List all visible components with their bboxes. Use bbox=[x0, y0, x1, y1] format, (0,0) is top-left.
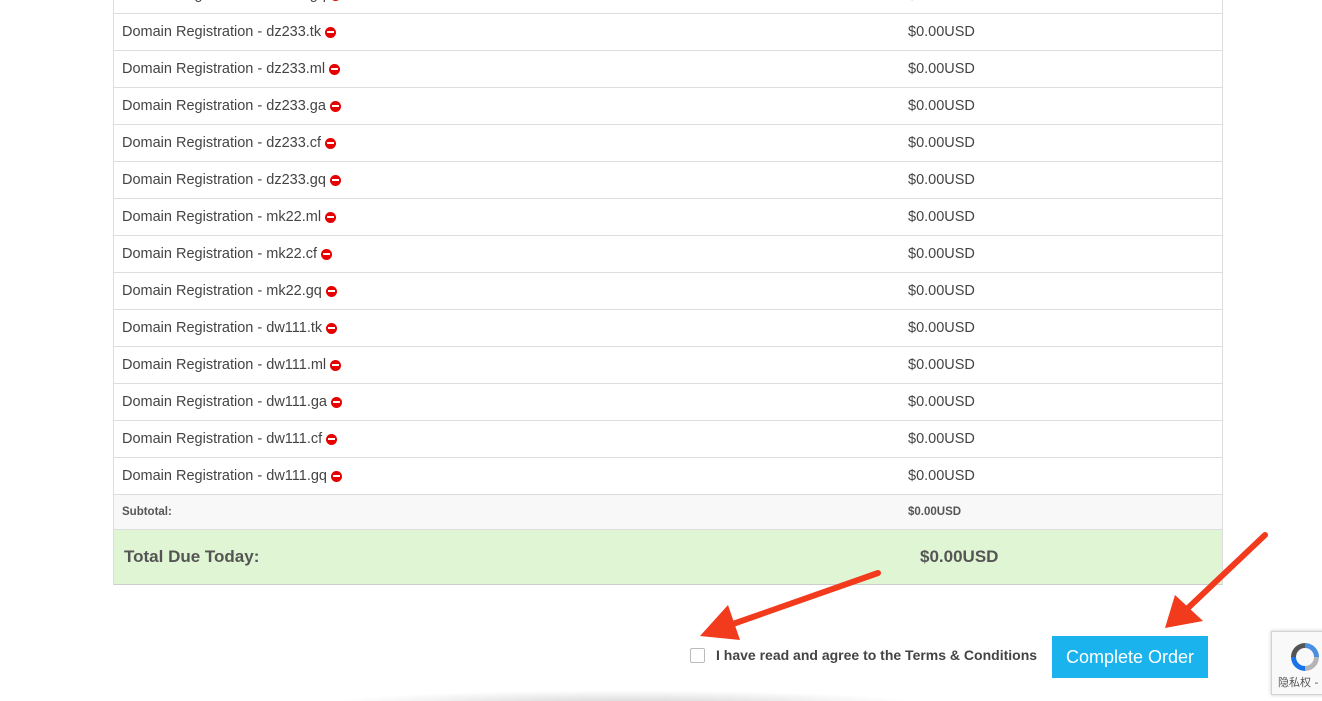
order-item-description: Domain Registration - dw111.ga bbox=[114, 394, 908, 410]
order-item-label: Domain Registration - dw111.ml bbox=[122, 357, 327, 373]
terms-label[interactable]: I have read and agree to the Terms & Con… bbox=[716, 647, 1037, 663]
remove-item-icon[interactable] bbox=[321, 248, 333, 260]
remove-item-icon[interactable] bbox=[330, 396, 342, 408]
order-item-price: $0.00USD bbox=[908, 172, 975, 188]
recaptcha-icon bbox=[1291, 643, 1319, 671]
remove-item-icon[interactable] bbox=[329, 100, 341, 112]
order-item-label: Domain Registration - dz233.gq bbox=[122, 0, 326, 3]
order-item-label: Domain Registration - dw111.ga bbox=[122, 394, 327, 410]
remove-item-icon[interactable] bbox=[329, 63, 341, 75]
order-item-label: Domain Registration - dw111.cf bbox=[122, 431, 323, 447]
order-item-row: Domain Registration - dz233.gq $0.00USD bbox=[114, 0, 1222, 14]
order-item-description: Domain Registration - dz233.gq bbox=[114, 0, 908, 3]
remove-item-icon[interactable] bbox=[325, 285, 337, 297]
order-item-label: Domain Registration - dw111.tk bbox=[122, 320, 323, 336]
order-item-row: Domain Registration - dz233.cf $0.00USD bbox=[114, 125, 1222, 162]
order-item-label: Domain Registration - dz233.tk bbox=[122, 24, 322, 40]
order-item-price: $0.00USD bbox=[908, 394, 975, 410]
order-item-row: Domain Registration - dw111.cf $0.00USD bbox=[114, 421, 1222, 458]
order-item-row: Domain Registration - dw111.ml $0.00USD bbox=[114, 347, 1222, 384]
terms-checkbox[interactable] bbox=[690, 647, 705, 663]
order-items: Domain Registration - dz233.gq$0.00USDDo… bbox=[114, 0, 1222, 495]
order-item-row: Domain Registration - dw111.tk $0.00USD bbox=[114, 310, 1222, 347]
order-item-row: Domain Registration - dz233.tk $0.00USD bbox=[114, 14, 1222, 51]
order-item-price: $0.00USD bbox=[908, 61, 975, 77]
remove-item-icon[interactable] bbox=[326, 433, 338, 445]
order-item-description: Domain Registration - mk22.cf bbox=[114, 246, 908, 262]
order-item-price: $0.00USD bbox=[908, 0, 1222, 3]
order-item-label: Domain Registration - mk22.ml bbox=[122, 209, 322, 225]
recaptcha-links[interactable]: 隐私权 - 使用条款 bbox=[1278, 674, 1322, 690]
order-item-label: Domain Registration - mk22.cf bbox=[122, 246, 318, 262]
order-item-row: Domain Registration - dz233.gq $0.00USD bbox=[114, 162, 1222, 199]
bottom-shadow bbox=[320, 690, 930, 701]
order-item-price: $0.00USD bbox=[908, 283, 975, 299]
complete-order-button[interactable]: Complete Order bbox=[1052, 636, 1208, 678]
order-item-row: Domain Registration - mk22.cf $0.00USD bbox=[114, 236, 1222, 273]
order-item-row: Domain Registration - mk22.ml $0.00USD bbox=[114, 199, 1222, 236]
order-item-price: $0.00USD bbox=[908, 357, 975, 373]
recaptcha-badge[interactable]: 隐私权 - 使用条款 bbox=[1271, 631, 1322, 695]
order-item-price: $0.00USD bbox=[908, 320, 975, 336]
remove-item-icon[interactable] bbox=[325, 211, 337, 223]
order-item-description: Domain Registration - dw111.ml bbox=[114, 357, 908, 373]
order-item-price: $0.00USD bbox=[908, 209, 975, 225]
order-item-label: Domain Registration - dz233.ga bbox=[122, 98, 326, 114]
remove-item-icon[interactable] bbox=[325, 26, 337, 38]
order-item-description: Domain Registration - dw111.gq bbox=[114, 468, 908, 484]
total-due-value: $0.00USD bbox=[920, 547, 999, 566]
total-due-label: Total Due Today: bbox=[124, 547, 260, 566]
order-item-label: Domain Registration - mk22.gq bbox=[122, 283, 322, 299]
order-item-row: Domain Registration - mk22.gq $0.00USD bbox=[114, 273, 1222, 310]
order-item-description: Domain Registration - dz233.cf bbox=[114, 135, 908, 151]
order-item-price: $0.00USD bbox=[908, 468, 975, 484]
order-item-row: Domain Registration - dw111.gq $0.00USD bbox=[114, 458, 1222, 495]
subtotal-label: Subtotal: bbox=[122, 506, 172, 518]
remove-item-icon[interactable] bbox=[325, 137, 337, 149]
order-item-description: Domain Registration - dw111.cf bbox=[114, 431, 908, 447]
order-item-price: $0.00USD bbox=[908, 98, 975, 114]
order-item-row: Domain Registration - dz233.ml $0.00USD bbox=[114, 51, 1222, 88]
subtotal-value: $0.00USD bbox=[908, 506, 962, 518]
subtotal-row: Subtotal: $0.00USD bbox=[114, 495, 1222, 530]
total-due-row: Total Due Today: $0.00USD bbox=[114, 530, 1222, 585]
order-item-description: Domain Registration - dz233.ga bbox=[114, 98, 908, 114]
order-item-description: Domain Registration - mk22.gq bbox=[114, 283, 908, 299]
order-item-label: Domain Registration - dz233.gq bbox=[122, 172, 326, 188]
order-item-price: $0.00USD bbox=[908, 135, 975, 151]
order-item-description: Domain Registration - dz233.tk bbox=[114, 24, 908, 40]
remove-item-icon[interactable] bbox=[326, 322, 338, 334]
order-summary-table: Domain Registration - dz233.gq$0.00USDDo… bbox=[113, 0, 1223, 585]
order-item-description: Domain Registration - dw111.tk bbox=[114, 320, 908, 336]
order-item-description: Domain Registration - mk22.ml bbox=[114, 209, 908, 225]
order-item-description: Domain Registration - dz233.gq bbox=[114, 172, 908, 188]
order-item-row: Domain Registration - dw111.ga $0.00USD bbox=[114, 384, 1222, 421]
order-item-label: Domain Registration - dz233.cf bbox=[122, 135, 322, 151]
remove-item-icon[interactable] bbox=[330, 359, 342, 371]
order-item-price: $0.00USD bbox=[908, 24, 975, 40]
order-item-label: Domain Registration - dz233.ml bbox=[122, 61, 326, 77]
remove-item-icon[interactable] bbox=[330, 470, 342, 482]
remove-item-icon[interactable] bbox=[329, 174, 341, 186]
remove-item-icon[interactable] bbox=[329, 0, 341, 1]
order-item-price: $0.00USD bbox=[908, 246, 975, 262]
order-item-description: Domain Registration - dz233.ml bbox=[114, 61, 908, 77]
order-item-label: Domain Registration - dw111.gq bbox=[122, 468, 327, 484]
terms-agreement[interactable]: I have read and agree to the Terms & Con… bbox=[690, 647, 1037, 663]
order-item-price: $0.00USD bbox=[908, 431, 975, 447]
order-item-row: Domain Registration - dz233.ga $0.00USD bbox=[114, 88, 1222, 125]
